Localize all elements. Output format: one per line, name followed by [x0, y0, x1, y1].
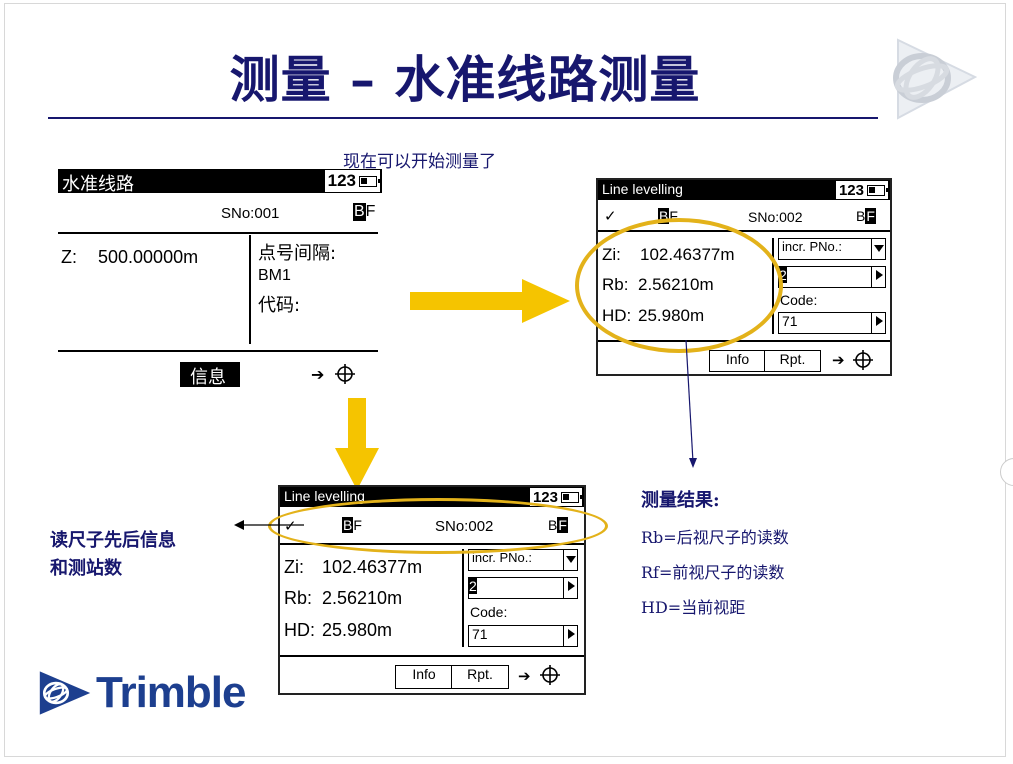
info-softkey[interactable]: Info [709, 350, 766, 372]
z-value: 500.00000m [98, 247, 199, 267]
result-title: 测量结果: [641, 490, 720, 511]
zi-value: 102.46377m [322, 557, 423, 577]
pointer-arrow-left [234, 520, 304, 530]
screen-title-bar: Line levelling 123 [598, 180, 890, 200]
check-icon: ✓ [604, 207, 617, 225]
hd-value: 25.980m [322, 620, 393, 640]
mode-letter: B [353, 203, 366, 221]
mode-indicator: BF [353, 203, 375, 221]
battery-icon [359, 175, 380, 187]
result-hd: HD=当前视距 [641, 598, 746, 617]
dropdown-icon [563, 550, 577, 570]
incr-pno-dropdown[interactable]: incr. PNo.: [778, 238, 886, 260]
trimble-globe-icon [39, 671, 91, 715]
right-arrow-icon [563, 578, 577, 598]
trimble-logo: Trimble [38, 668, 246, 718]
code-label: Code: [780, 292, 818, 308]
rpt-softkey[interactable]: Rpt. [451, 665, 509, 689]
z-label: Z: [61, 247, 77, 267]
sno-label: SNo:001 [221, 205, 280, 222]
point-value[interactable]: BM1 [258, 267, 291, 285]
code-label: 代码: [258, 295, 301, 316]
device-screen-cn: 水准线路 123 SNo:001 BF Z: 500.00000m 点号间隔: … [58, 169, 382, 391]
target-crosshair-icon[interactable] [335, 364, 355, 384]
battery-label: 123 [327, 171, 356, 190]
result-rf: Rf=前视尺子的读数 [641, 563, 785, 582]
down-arrow-icon [335, 398, 379, 490]
hd-label: HD: [284, 620, 315, 640]
left-note-line2: 和测站数 [50, 558, 122, 579]
column-divider [462, 549, 464, 647]
target-crosshair-icon[interactable] [540, 665, 560, 685]
rb-value: 2.56210m [322, 588, 403, 608]
slide-title: 测量 – 水准线路测量 [229, 50, 701, 109]
divider [280, 655, 584, 657]
right-arrow-icon[interactable]: ➔ [518, 667, 531, 685]
highlight-ellipse [575, 218, 783, 353]
incr-pno-value-field[interactable]: 2 [468, 577, 578, 599]
battery-label: 123 [838, 181, 864, 199]
mode-letter-2: F [365, 203, 376, 220]
mode-indicator-2: BF [856, 208, 876, 224]
battery-indicator: 123 [324, 170, 380, 192]
dropdown-icon [871, 239, 885, 259]
column-divider [249, 235, 251, 344]
left-note-line1: 读尺子先后信息 [50, 530, 176, 551]
screen-title-bar: 水准线路 123 [58, 169, 382, 195]
result-rb: Rb=后视尺子的读数 [641, 528, 789, 547]
divider [58, 350, 378, 352]
divider [58, 232, 378, 234]
sno-label: SNo:002 [748, 209, 803, 225]
screen-title: 水准线路 [62, 174, 134, 195]
right-arrow-icon [871, 313, 885, 333]
trimble-globe-icon [893, 38, 978, 120]
right-arrow-icon [871, 267, 885, 287]
point-interval-label: 点号间隔: [258, 243, 337, 264]
info-softkey[interactable]: 信息 [180, 362, 240, 388]
rpt-softkey[interactable]: Rpt. [764, 350, 821, 372]
target-crosshair-icon[interactable] [853, 350, 873, 370]
code-field[interactable]: 71 [778, 312, 886, 334]
battery-icon [867, 184, 888, 196]
code-field[interactable]: 71 [468, 625, 578, 647]
battery-icon [561, 491, 582, 503]
right-arrow-icon[interactable]: ➔ [311, 365, 324, 384]
title-rule [48, 117, 878, 119]
info-softkey[interactable]: Info [395, 665, 453, 689]
screen-title: Line levelling [602, 181, 683, 197]
right-arrow-icon [410, 279, 570, 323]
code-label: Code: [470, 604, 508, 620]
right-arrow-icon [563, 626, 577, 646]
battery-indicator: 123 [835, 181, 888, 199]
pointer-line [685, 340, 697, 468]
rb-label: Rb: [284, 588, 313, 608]
highlight-ellipse [268, 498, 608, 554]
right-arrow-icon[interactable]: ➔ [832, 351, 845, 369]
zi-label: Zi: [284, 557, 304, 577]
incr-pno-value-field[interactable]: 2 [778, 266, 886, 288]
brand-name: Trimble [96, 668, 246, 717]
